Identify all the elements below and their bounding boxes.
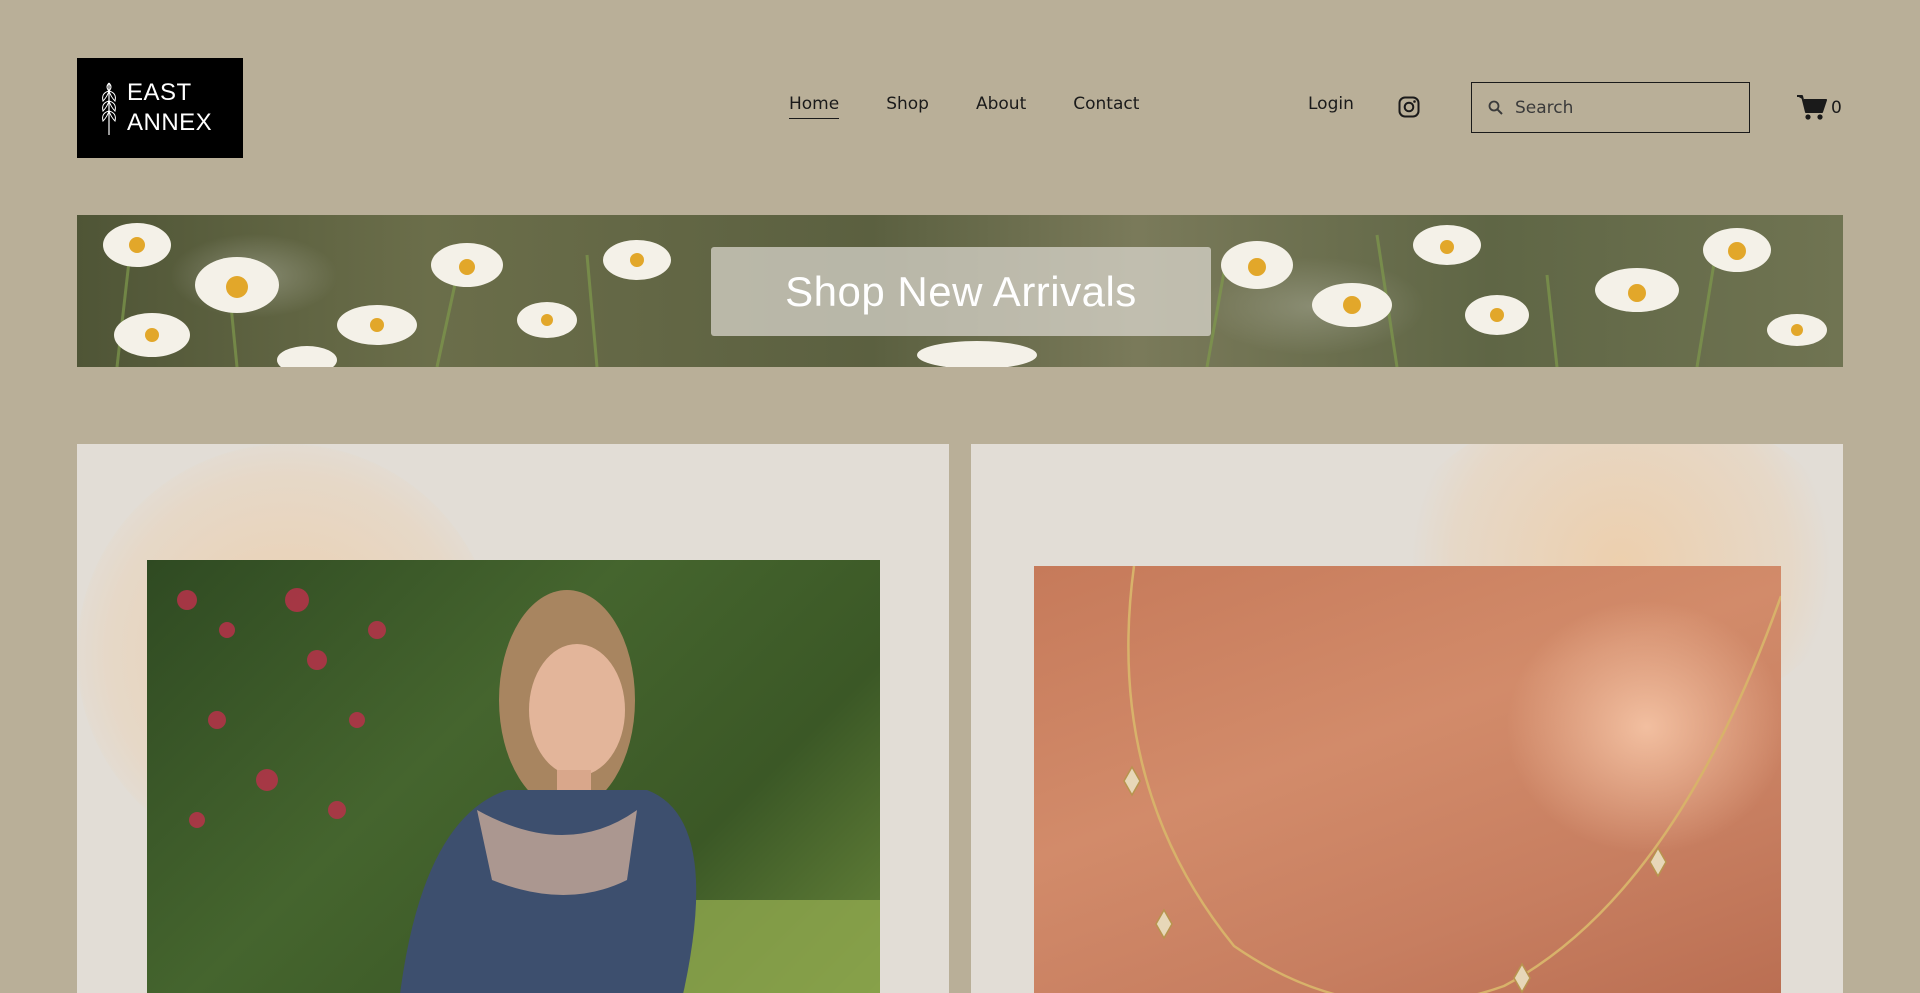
brand-line-1: EAST (127, 79, 192, 106)
shop-new-arrivals-button[interactable]: Shop New Arrivals (711, 247, 1211, 336)
search-box (1471, 82, 1750, 133)
brand-logo[interactable]: EAST ANNEX (77, 58, 243, 158)
nav-item-shop[interactable]: Shop (886, 94, 929, 119)
leaf-icon (102, 82, 116, 135)
woman-in-floral-dress-image[interactable] (147, 560, 880, 993)
gold-necklace-illustration (1123, 566, 1781, 993)
hero-banner: Shop New Arrivals (77, 215, 1843, 367)
instagram-icon[interactable] (1398, 96, 1420, 118)
cart-count: 0 (1831, 97, 1842, 118)
cart-button[interactable]: 0 (1797, 94, 1842, 121)
brand-line-2: ANNEX (127, 109, 213, 136)
nav-item-about[interactable]: About (976, 94, 1026, 119)
search-input[interactable] (1515, 97, 1735, 118)
search-icon (1488, 100, 1503, 115)
gold-necklace-image[interactable] (1034, 566, 1781, 993)
main-nav: Home Shop About Contact (789, 94, 1186, 119)
product-card-clothing[interactable] (77, 444, 949, 993)
brand-name: EAST ANNEX (127, 78, 212, 138)
login-link[interactable]: Login (1308, 94, 1354, 114)
woman-in-floral-dress-illustration (177, 588, 880, 993)
cart-icon (1797, 95, 1827, 120)
nav-item-contact[interactable]: Contact (1073, 94, 1139, 119)
product-card-necklace[interactable] (971, 444, 1843, 993)
nav-item-home[interactable]: Home (789, 94, 840, 119)
